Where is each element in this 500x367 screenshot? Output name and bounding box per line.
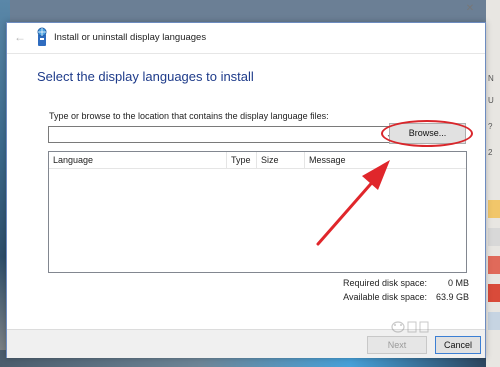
browse-button[interactable]: Browse...: [389, 123, 466, 144]
language-list[interactable]: Language Type Size Message: [48, 151, 467, 273]
language-globe-icon: [35, 27, 49, 47]
back-arrow-icon[interactable]: ←: [13, 30, 27, 44]
background-glyph: U: [488, 96, 494, 105]
column-header-type[interactable]: Type: [227, 152, 257, 168]
cancel-button[interactable]: Cancel: [435, 336, 481, 354]
column-header-language[interactable]: Language: [49, 152, 227, 168]
page-heading: Select the display languages to install: [37, 69, 254, 84]
background-tile: [488, 228, 500, 246]
column-header-size[interactable]: Size: [257, 152, 305, 168]
background-tile: [488, 256, 500, 274]
required-disk-row: Required disk space: 0 MB: [307, 278, 477, 290]
path-instruction-label: Type or browse to the location that cont…: [49, 111, 329, 121]
column-header-message[interactable]: Message: [305, 152, 466, 168]
location-input[interactable]: [51, 128, 381, 141]
available-disk-label: Available disk space:: [343, 292, 427, 302]
background-tile: [488, 312, 500, 330]
background-tile: [488, 200, 500, 218]
background-glyph: N: [488, 74, 494, 83]
required-disk-value: 0 MB: [447, 278, 469, 288]
desktop-background-right: N U ? 2: [486, 0, 500, 367]
required-disk-label: Required disk space:: [342, 278, 427, 288]
background-glyph: ?: [488, 122, 493, 131]
background-tile: [488, 284, 500, 302]
available-disk-value: 63.9 GB: [435, 292, 469, 302]
background-glyph: 2: [488, 148, 493, 157]
window-title: Install or uninstall display languages: [54, 32, 207, 43]
titlebar: ← Install or uninstall display languages: [7, 23, 485, 54]
location-combobox[interactable]: ⌄: [48, 126, 398, 143]
dialog-footer: Next Cancel: [7, 329, 485, 358]
list-header: Language Type Size Message: [49, 152, 466, 169]
next-button[interactable]: Next: [367, 336, 427, 354]
close-icon[interactable]: ✕: [463, 2, 477, 16]
install-language-dialog: ← Install or uninstall display languages…: [6, 22, 486, 358]
available-disk-row: Available disk space: 63.9 GB: [307, 292, 477, 304]
